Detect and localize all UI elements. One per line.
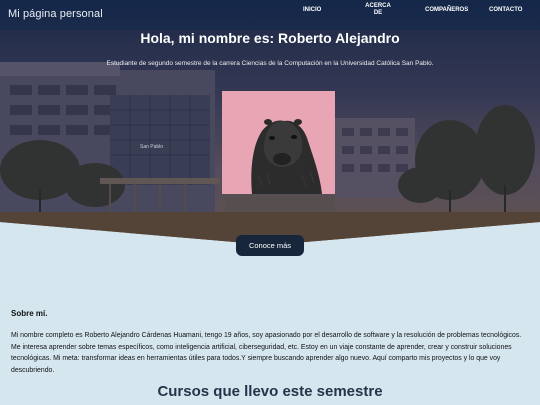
hero-subtitle: Estudiante de segundo semestre de la car… [106,60,434,67]
about-section: Sobre mí. Mi nombre completo es Roberto … [11,309,531,376]
conoce-mas-button[interactable]: Conoce más [236,235,304,256]
profile-photo-capybara [222,91,335,194]
building-sign: San Pablo [140,144,163,150]
hero-heading: Hola, mi nombre es: Roberto Alejandro [140,30,400,46]
about-paragraph: Mi nombre completo es Roberto Alejandro … [11,332,522,374]
nav-link-companeros[interactable]: COMPAÑEROS [425,7,468,14]
courses-heading: Cursos que llevo este semestre [157,383,383,400]
site-title[interactable]: Mi página personal [8,8,103,20]
top-navigation-bar: Mi página personal INICIO ACERCA DE COMP… [0,0,540,30]
nav-link-acerca-de[interactable]: ACERCA DE [362,3,394,17]
capybara-image [222,91,335,194]
hero-section: San Pablo Mi página personal INICIO ACER… [0,0,540,245]
about-title: Sobre mí. [11,309,48,318]
nav-link-inicio[interactable]: INICIO [303,7,321,14]
nav-link-contacto[interactable]: CONTACTO [489,7,522,14]
